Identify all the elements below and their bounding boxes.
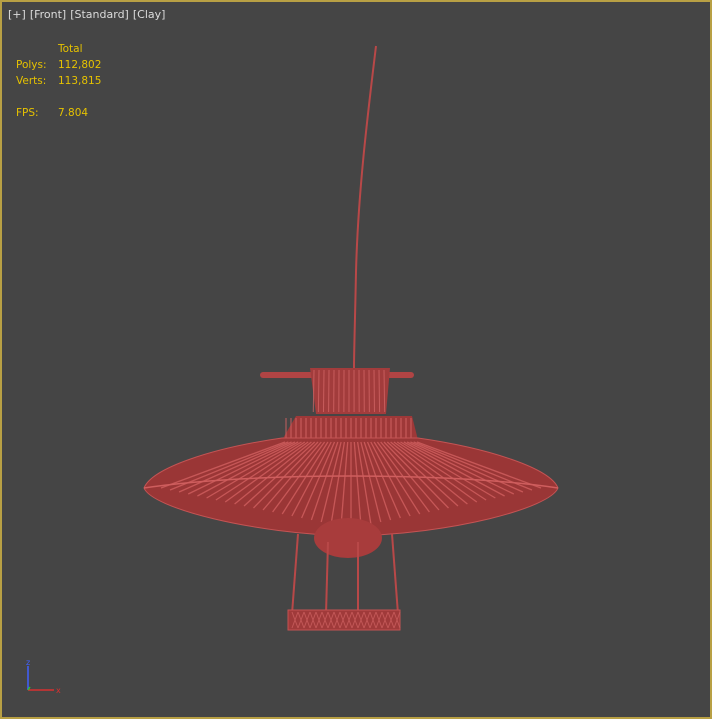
axis-gizmo: z x [26, 658, 61, 695]
front-viewport[interactable]: [+] [Front] [Standard] [Clay] Total Poly… [0, 0, 712, 719]
lamp-cord [353, 45, 377, 369]
pendant-lamp-model[interactable] [2, 2, 710, 717]
x-axis-label: x [56, 686, 61, 695]
lamp-top-cap [260, 368, 414, 414]
lamp-upper-tier [282, 416, 418, 440]
z-axis-label: z [26, 658, 30, 667]
lamp-bulb [314, 518, 382, 558]
lamp-bottom-ring [287, 609, 401, 631]
